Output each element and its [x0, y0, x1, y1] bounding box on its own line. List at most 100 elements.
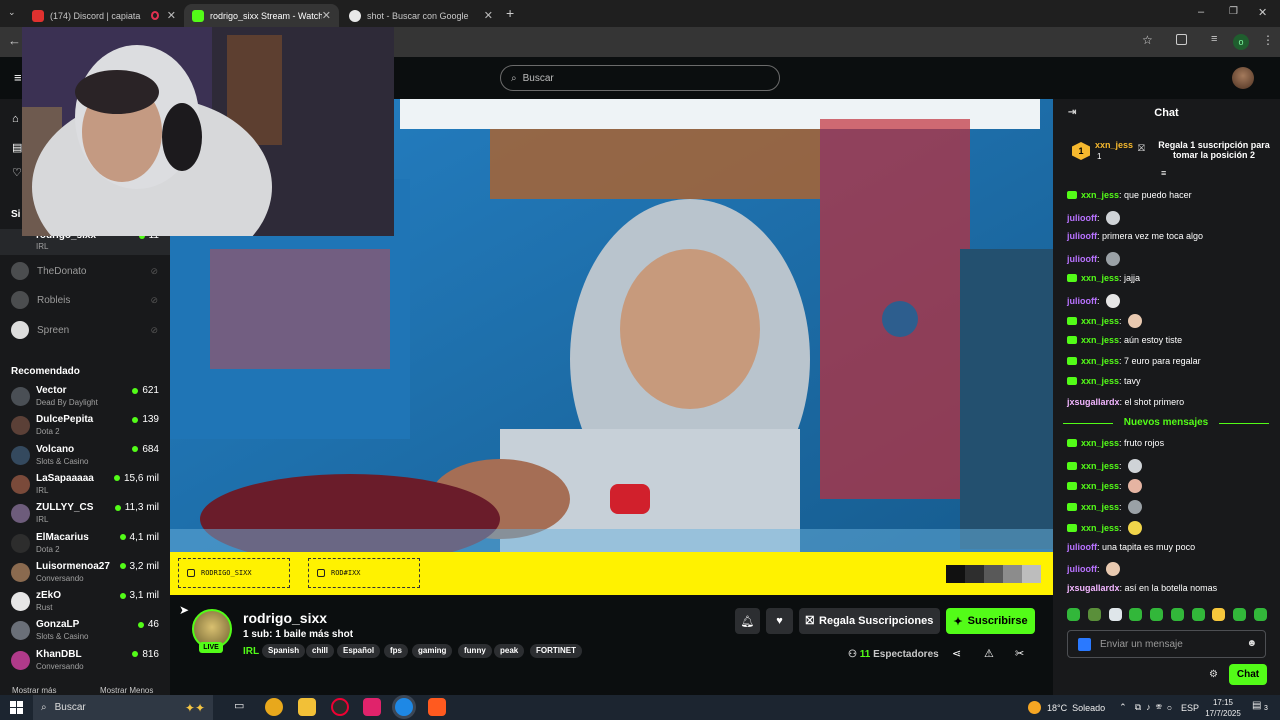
sidebar-item-recommended[interactable]: ZULLYY_CS IRL 11,3 mil: [0, 499, 170, 528]
tray-icons[interactable]: ⧉♪☏⚬: [1135, 702, 1177, 713]
browser-menu-icon[interactable]: ⋮: [1262, 33, 1274, 47]
tiktok-icon[interactable]: [363, 698, 381, 716]
user-avatar[interactable]: [1232, 67, 1254, 89]
tag-chip[interactable]: peak: [494, 644, 525, 658]
file-explorer-icon[interactable]: [298, 698, 316, 716]
tab-google[interactable]: shot - Buscar con Google ✕: [341, 4, 501, 27]
taskbar-search[interactable]: ⌕ Buscar ✦✦: [33, 695, 213, 720]
emote-icon[interactable]: [1253, 608, 1267, 621]
close-tab-icon[interactable]: ✕: [322, 9, 331, 22]
tag-chip[interactable]: Spanish: [262, 644, 306, 658]
tag-chip[interactable]: Español: [337, 644, 381, 658]
sidebar-item-recommended[interactable]: LaSapaaaaa IRL 15,6 mil: [0, 470, 170, 499]
tag-chip[interactable]: funny: [458, 644, 492, 658]
report-warning-icon[interactable]: ⚠: [984, 647, 994, 660]
collapse-chat-icon[interactable]: ⇥: [1068, 99, 1076, 127]
channel-name[interactable]: rodrigo_sixx: [243, 610, 327, 626]
chat-username[interactable]: juliooff: [1067, 231, 1097, 241]
emote-icon[interactable]: [1191, 608, 1205, 621]
chat-username[interactable]: juliooff: [1067, 296, 1097, 306]
tag-chip[interactable]: gaming: [412, 644, 453, 658]
chat-username[interactable]: xxn_jess: [1081, 481, 1119, 491]
sidebar-item-spreen[interactable]: Spreen ⊘: [0, 317, 170, 343]
chat-username[interactable]: juliooff: [1067, 542, 1097, 552]
expand-chevron-icon[interactable]: ≡: [1161, 168, 1166, 178]
sidebar-item-recommended[interactable]: Volcano Slots & Casino 684: [0, 441, 170, 470]
restore-icon[interactable]: ❐: [1229, 6, 1238, 17]
emote-icon[interactable]: [1087, 608, 1101, 621]
sidebar-item-recommended[interactable]: GonzaLP Slots & Casino 46: [0, 616, 170, 645]
tab-discord[interactable]: (174) Discord | capiata ruta ✕: [24, 4, 184, 27]
chat-username[interactable]: xxn_jess: [1081, 356, 1119, 366]
subscribe-button[interactable]: ✦ Suscribirse: [946, 608, 1035, 634]
hamburger-menu-icon[interactable]: ≡: [14, 70, 22, 85]
search-input[interactable]: ⌕ Buscar: [500, 65, 780, 91]
profile-avatar[interactable]: o: [1233, 34, 1249, 50]
chat-username[interactable]: xxn_jess: [1081, 316, 1119, 326]
bookmark-star-icon[interactable]: ☆: [1142, 33, 1153, 47]
chat-username[interactable]: xxn_jess: [1081, 461, 1119, 471]
chat-username[interactable]: juliooff: [1067, 564, 1097, 574]
sidebar-item-robleis[interactable]: Robleis ⊘: [0, 287, 170, 313]
following-heart-icon[interactable]: ♡: [12, 166, 22, 179]
chat-message-input[interactable]: Enviar un mensaje ☻: [1067, 630, 1266, 658]
notifications-icon[interactable]: ▤: [1252, 700, 1261, 711]
chat-username[interactable]: xxn_jess: [1081, 523, 1119, 533]
emote-icon[interactable]: [1150, 608, 1164, 621]
gift-subs-button[interactable]: ⛝ Regala Suscripciones: [799, 608, 940, 634]
send-chat-button[interactable]: Chat: [1229, 664, 1267, 685]
share-icon[interactable]: ⋖: [952, 647, 961, 660]
media-controls-icon[interactable]: ≡: [1211, 33, 1217, 45]
emote-icon[interactable]: [1212, 608, 1226, 621]
chat-username[interactable]: xxn_jess: [1081, 273, 1119, 283]
chat-username[interactable]: xxn_jess: [1081, 438, 1119, 448]
notification-bell-button[interactable]: 🔔︎: [735, 608, 760, 634]
browse-icon[interactable]: ▤: [12, 141, 22, 154]
tray-chevron-icon[interactable]: ⌃: [1119, 702, 1127, 713]
emote-icon[interactable]: [1067, 608, 1080, 621]
brave-icon[interactable]: [428, 698, 446, 716]
extensions-icon[interactable]: [1176, 34, 1187, 45]
emote-icon[interactable]: [1108, 608, 1122, 621]
close-tab-icon[interactable]: ✕: [484, 9, 493, 22]
emote-icon[interactable]: [1170, 608, 1184, 621]
close-window-icon[interactable]: ✕: [1258, 6, 1267, 19]
tag-chip[interactable]: chill: [306, 644, 335, 658]
tab-list-chevron-icon[interactable]: ⌄: [8, 7, 16, 18]
chat-username[interactable]: xxn_jess: [1081, 376, 1119, 386]
sidebar-item-recommended[interactable]: Vector Dead By Daylight 621: [0, 382, 170, 411]
emoji-picker-icon[interactable]: ☻: [1246, 638, 1257, 649]
minimize-icon[interactable]: –: [1198, 6, 1204, 18]
chat-settings-gear-icon[interactable]: ⚙: [1209, 669, 1218, 680]
pinned-user[interactable]: xxn_jess: [1095, 140, 1133, 150]
sidebar-item-recommended[interactable]: zEkO Rust 3,1 mil: [0, 587, 170, 616]
sidebar-item-recommended[interactable]: Luisormenoa27 Conversando 3,2 mil: [0, 558, 170, 587]
task-view-icon[interactable]: ▭: [234, 699, 244, 712]
sidebar-item-recommended[interactable]: KhanDBL Conversando 816: [0, 646, 170, 675]
chat-username[interactable]: xxn_jess: [1081, 335, 1119, 345]
taskbar-app-coin-icon[interactable]: [265, 698, 283, 716]
tag-chip[interactable]: fps: [384, 644, 408, 658]
chat-username[interactable]: juliooff: [1067, 254, 1097, 264]
chrome-icon[interactable]: [395, 698, 413, 716]
taskbar-clock[interactable]: 17:15 17/7/2025: [1200, 695, 1246, 719]
show-more-link[interactable]: Mostrar más: [12, 686, 56, 695]
sidebar-item-recommended[interactable]: DulcePepita Dota 2 139: [0, 411, 170, 440]
show-less-link[interactable]: Mostrar Menos: [100, 686, 153, 695]
chat-username[interactable]: xxn_jess: [1081, 502, 1119, 512]
chat-username[interactable]: jxsugallardx: [1067, 583, 1120, 593]
home-icon[interactable]: ⌂: [12, 113, 19, 125]
emote-icon[interactable]: [1129, 608, 1143, 621]
back-arrow-icon[interactable]: ←: [8, 33, 21, 48]
tab-kick-stream[interactable]: rodrigo_sixx Stream - Watch Li ✕: [184, 4, 339, 27]
new-tab-plus-icon[interactable]: +: [506, 5, 514, 21]
clip-icon[interactable]: ✂: [1015, 647, 1024, 660]
taskbar-app-icon[interactable]: [331, 698, 349, 716]
sidebar-item-thedonato[interactable]: TheDonato ⊘: [0, 258, 170, 284]
follow-heart-button[interactable]: ♥: [766, 608, 793, 634]
chat-username[interactable]: xxn_jess: [1081, 190, 1119, 200]
chat-username[interactable]: juliooff: [1067, 213, 1097, 223]
emote-icon[interactable]: [1233, 608, 1247, 621]
chat-username[interactable]: jxsugallardx: [1067, 397, 1120, 407]
windows-start-icon[interactable]: [10, 701, 23, 714]
